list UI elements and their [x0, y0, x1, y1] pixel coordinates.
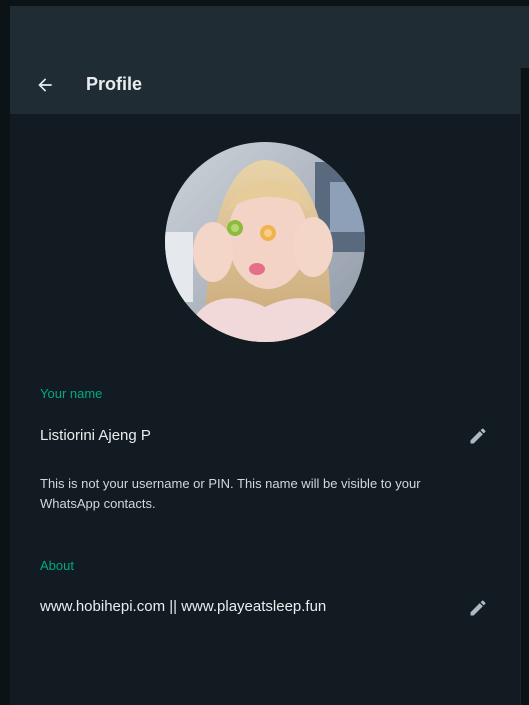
left-border	[0, 0, 10, 705]
page-title: Profile	[86, 74, 143, 94]
edit-name-button[interactable]	[467, 425, 489, 447]
pencil-icon	[470, 428, 486, 444]
about-label: About	[40, 558, 74, 573]
profile-window: Profile Your name Listiorini Ajeng P Thi…	[0, 0, 529, 705]
right-border	[520, 68, 529, 705]
pencil-icon	[470, 600, 486, 616]
name-hint-text: This is not your username or PIN. This n…	[40, 476, 421, 511]
profile-photo[interactable]	[165, 142, 365, 342]
about-value: www.hobihepi.com || www.playeatsleep.fun	[40, 598, 327, 615]
back-button[interactable]	[32, 72, 58, 98]
right-border-top	[520, 6, 529, 68]
arrow-left-icon	[38, 78, 52, 92]
profile-panel: Profile Your name Listiorini Ajeng P Thi…	[10, 6, 520, 705]
your-name-label: Your name	[40, 386, 103, 401]
profile-photo-image	[165, 142, 365, 342]
edit-about-button[interactable]	[467, 597, 489, 619]
profile-header: Profile	[10, 6, 520, 114]
name-value: Listiorini Ajeng P	[40, 427, 151, 444]
